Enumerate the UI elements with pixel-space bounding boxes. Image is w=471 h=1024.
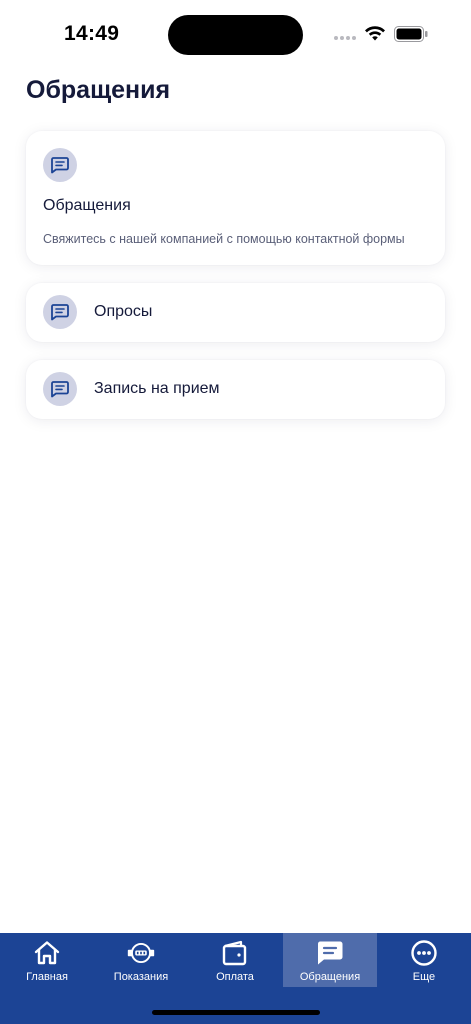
status-bar: 14:49 <box>0 0 471 70</box>
appeals-card-subtitle: Свяжитесь с нашей компанией с помощью ко… <box>43 232 405 246</box>
appeals-card-title: Обращения <box>43 197 131 214</box>
home-indicator <box>152 1010 320 1015</box>
message-icon <box>43 295 77 329</box>
battery-icon <box>394 26 428 42</box>
wallet-icon <box>221 940 249 966</box>
wifi-icon <box>365 26 385 41</box>
signal-icon <box>334 36 358 42</box>
tab-appeals[interactable]: Обращения <box>283 933 377 987</box>
appeals-card[interactable]: Обращения Свяжитесь с нашей компанией с … <box>26 131 445 265</box>
home-icon <box>33 940 61 966</box>
meter-icon <box>127 940 155 966</box>
tab-appeals-label: Обращения <box>299 971 361 983</box>
message-icon <box>316 940 344 966</box>
message-icon <box>43 372 77 406</box>
tab-more-label: Еще <box>412 971 436 983</box>
tab-home[interactable]: Главная <box>0 933 94 987</box>
more-icon <box>410 940 438 966</box>
appointment-card-label: Запись на прием <box>94 380 220 397</box>
message-icon <box>43 148 77 182</box>
surveys-card-label: Опросы <box>94 303 153 320</box>
tab-payment-label: Оплата <box>216 971 254 983</box>
page-title: Обращения <box>26 76 171 104</box>
tab-home-label: Главная <box>26 971 68 983</box>
surveys-card[interactable]: Опросы <box>26 283 445 342</box>
tab-payment[interactable]: Оплата <box>188 933 282 987</box>
status-time: 14:49 <box>64 22 120 45</box>
tab-readings-label: Показания <box>113 971 169 983</box>
tab-more[interactable]: Еще <box>377 933 471 987</box>
appointment-card[interactable]: Запись на прием <box>26 360 445 419</box>
tab-readings[interactable]: Показания <box>94 933 188 987</box>
dynamic-island <box>168 15 303 55</box>
